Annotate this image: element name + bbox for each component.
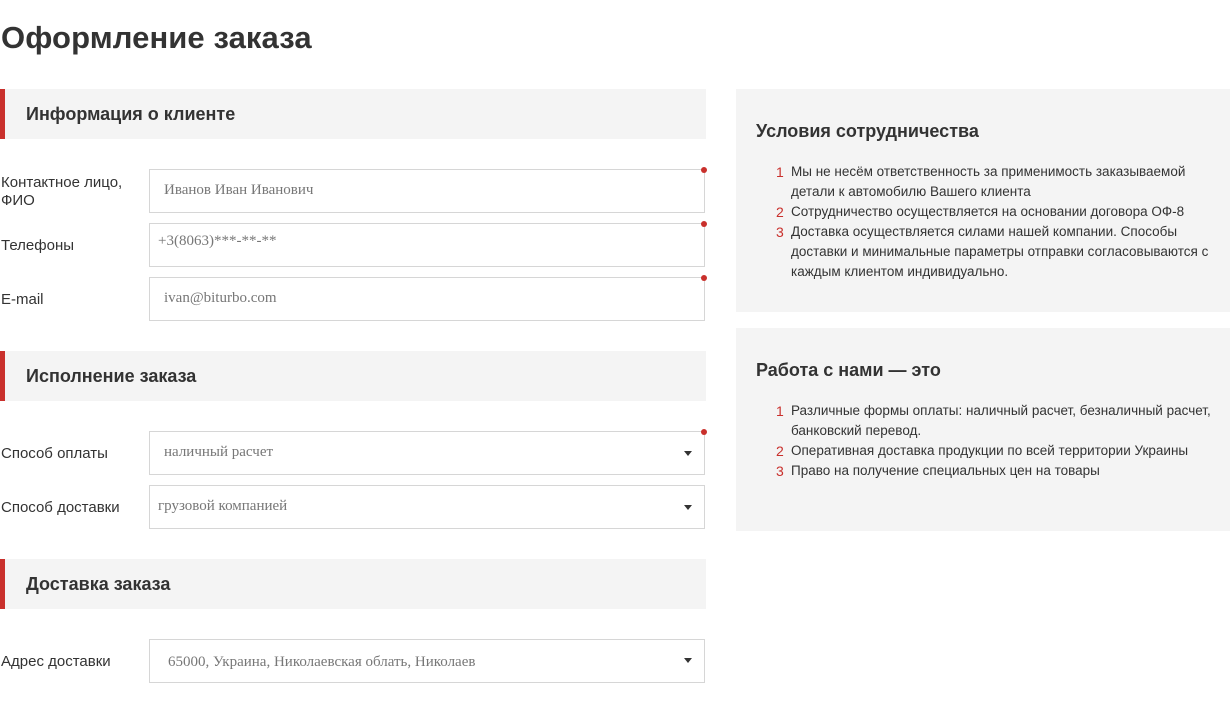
section-header-client-info: Информация о клиенте — [0, 89, 706, 139]
section-title: Информация о клиенте — [26, 104, 236, 124]
delivery-address-label: Адрес доставки — [1, 653, 111, 670]
benefits-title: Работа с нами — это — [756, 360, 941, 380]
terms-list: 1 Мы не несём ответственность за применим… — [756, 162, 1216, 282]
delivery-address-value: 65000, Украина, Николаевская облать, Ник… — [168, 654, 476, 670]
phone-input[interactable]: +3(8063)***-**-** — [149, 223, 705, 267]
list-item: 1 Различные формы оплаты: наличный расчет… — [776, 403, 1211, 438]
delivery-method-value: грузовой компанией — [158, 498, 288, 514]
payment-method-value: наличный расчет — [164, 444, 274, 460]
contact-name-label: Контактное лицо, ФИО — [1, 174, 123, 209]
required-indicator-icon — [701, 275, 707, 281]
chevron-down-icon — [684, 451, 692, 456]
contact-name-value: Иванов Иван Иванович — [164, 182, 314, 198]
required-indicator-icon — [701, 429, 707, 435]
phone-value: +3(8063)***-**-** — [158, 233, 277, 249]
required-indicator-icon — [701, 167, 707, 173]
terms-panel: Условия сотрудничества 1 Мы не несём отве… — [736, 89, 1230, 312]
benefits-list: 1 Различные формы оплаты: наличный расчет… — [756, 401, 1216, 481]
required-indicator-icon — [701, 221, 707, 227]
page-title: Оформление заказа — [1, 20, 312, 55]
list-item: 2 Сотрудничество осуществляется на основа… — [776, 204, 1185, 220]
section-title: Исполнение заказа — [26, 366, 197, 386]
email-input[interactable]: ivan@biturbo.com — [149, 277, 705, 321]
list-item: 1 Мы не несём ответственность за применим… — [776, 164, 1186, 199]
delivery-address-select[interactable]: 65000, Украина, Николаевская облать, Ник… — [149, 639, 705, 683]
benefits-panel: Работа с нами — это 1 Различные формы опл… — [736, 328, 1230, 531]
delivery-method-label: Способ доставки — [1, 499, 120, 516]
email-value: ivan@biturbo.com — [164, 290, 277, 306]
chevron-down-icon — [684, 658, 692, 663]
payment-method-select[interactable]: наличный расчет — [149, 431, 705, 475]
terms-title: Условия сотрудничества — [756, 121, 979, 141]
delivery-method-select[interactable]: грузовой компанией — [149, 485, 705, 529]
section-header-order-delivery: Доставка заказа — [0, 559, 706, 609]
chevron-down-icon — [684, 505, 692, 510]
email-label: E-mail — [1, 291, 44, 308]
list-item: 3 Доставка осуществляется силами нашей ко… — [776, 224, 1209, 279]
list-item: 3 Право на получение специальных цен на т… — [776, 463, 1100, 479]
list-item: 2 Оперативная доставка продукции по всей … — [776, 443, 1189, 459]
section-title: Доставка заказа — [26, 574, 171, 594]
phone-label: Телефоны — [1, 237, 75, 254]
contact-name-input[interactable]: Иванов Иван Иванович — [149, 169, 705, 213]
section-header-order-execution: Исполнение заказа — [0, 351, 706, 401]
payment-method-label: Способ оплаты — [1, 445, 108, 462]
